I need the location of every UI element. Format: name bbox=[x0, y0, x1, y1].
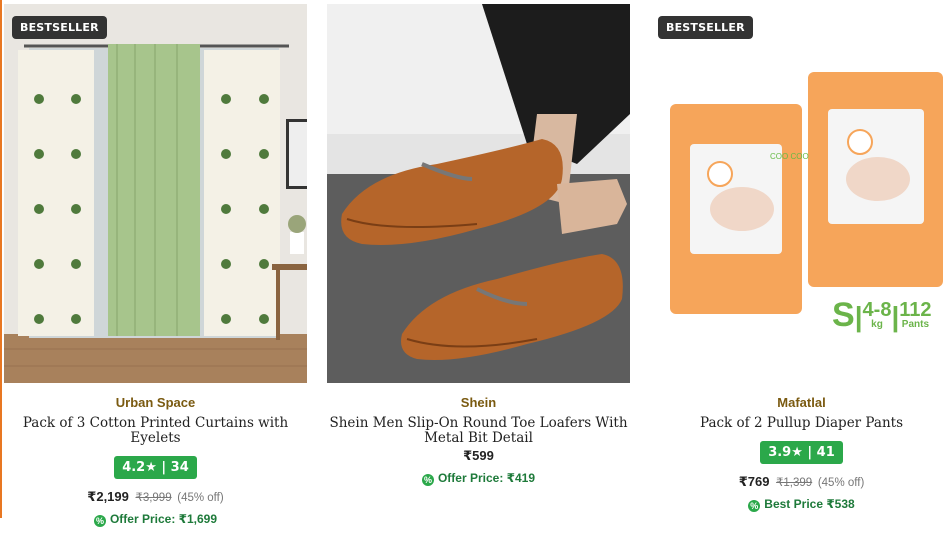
product-brand: Urban Space bbox=[115, 395, 196, 410]
offer-price-text: Offer Price: ₹419 bbox=[437, 471, 536, 485]
offer-tag-icon: % bbox=[93, 515, 106, 527]
left-accent-bar bbox=[0, 0, 2, 518]
product-brand: Shein bbox=[460, 395, 497, 410]
offer-price-text: Offer Price: ₹1,699 bbox=[109, 512, 218, 526]
discount-text: (45% off) bbox=[817, 477, 865, 489]
selling-price: ₹769 bbox=[738, 474, 770, 489]
price-row: ₹769 ₹1,399 (45% off) bbox=[650, 474, 943, 490]
product-brand: Mafatlal bbox=[777, 395, 826, 410]
curtains-image bbox=[4, 4, 307, 383]
product-title[interactable]: Pack of 3 Cotton Printed Curtains with E… bbox=[4, 416, 307, 446]
offer-price: % Offer Price: ₹1,699 bbox=[4, 512, 307, 527]
pack-logo-label: COO COO bbox=[770, 152, 809, 161]
offer-tag-icon: % bbox=[421, 474, 434, 486]
mrp-price: ₹3,999 bbox=[135, 492, 172, 504]
product-title[interactable]: Shein Men Slip-On Round Toe Loafers With… bbox=[327, 416, 630, 446]
product-card-diapers[interactable]: COO COO S| 4-8 kg | 112 Pants BESTSELLER Mafa… bbox=[650, 0, 943, 512]
offer-price-text: Best Price ₹538 bbox=[764, 497, 855, 511]
offer-tag-icon: % bbox=[748, 500, 761, 512]
product-image-diapers[interactable]: COO COO S| 4-8 kg | 112 Pants BESTSELLER bbox=[650, 4, 943, 383]
pack-size: S bbox=[832, 296, 855, 334]
mrp-price: ₹1,399 bbox=[776, 477, 813, 489]
selling-price: ₹2,199 bbox=[87, 489, 129, 504]
pack-weight: 4-8 bbox=[862, 299, 892, 321]
offer-price: % Best Price ₹538 bbox=[650, 497, 943, 512]
product-title[interactable]: Pack of 2 Pullup Diaper Pants bbox=[650, 416, 943, 431]
rating-badge: 3.9★ | 41 bbox=[760, 441, 843, 464]
discount-text: (45% off) bbox=[177, 492, 224, 504]
bestseller-badge: BESTSELLER bbox=[658, 16, 753, 39]
product-image-loafers[interactable] bbox=[327, 4, 630, 383]
selling-price: ₹599 bbox=[463, 448, 494, 463]
pack-size-label: S| 4-8 kg | 112 Pants bbox=[832, 296, 932, 334]
price-row: ₹2,199 ₹3,999 (45% off) bbox=[4, 489, 307, 505]
price-row: ₹599 bbox=[327, 448, 630, 464]
pack-weight-unit: kg bbox=[871, 319, 883, 330]
bestseller-badge: BESTSELLER bbox=[12, 16, 107, 39]
loafers-image bbox=[327, 4, 630, 383]
pack-count: 112 bbox=[899, 299, 932, 321]
offer-price: % Offer Price: ₹419 bbox=[327, 471, 630, 486]
rating-badge: 4.2★ | 34 bbox=[114, 456, 197, 479]
product-image-curtains[interactable]: BESTSELLER bbox=[4, 4, 307, 383]
product-card-curtains[interactable]: BESTSELLER Urban Space Pack of 3 Cotton … bbox=[4, 0, 307, 527]
pack-count-unit: Pants bbox=[901, 319, 930, 330]
product-card-loafers[interactable]: Shein Shein Men Slip-On Round Toe Loafer… bbox=[327, 0, 630, 486]
